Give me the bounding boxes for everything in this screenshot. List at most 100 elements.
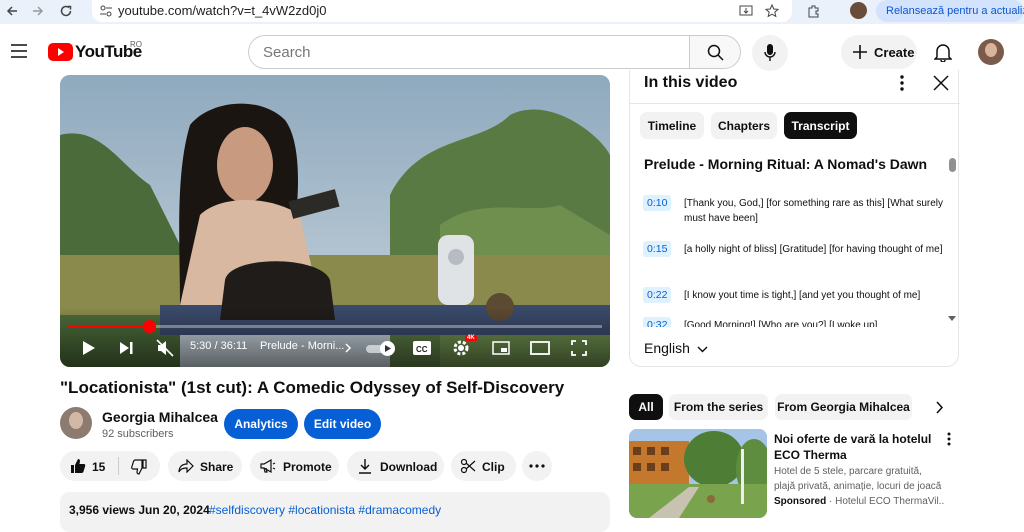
tab-timeline[interactable]: Timeline (640, 112, 704, 139)
tab-transcript[interactable]: Transcript (784, 112, 857, 139)
sponsored-label: Sponsored (774, 496, 827, 507)
account-avatar[interactable] (978, 39, 1004, 65)
search-input[interactable]: Search (248, 35, 690, 69)
subscriber-count: 92 subscribers (102, 428, 174, 440)
more-actions-button[interactable] (522, 451, 552, 481)
channel-name[interactable]: Georgia Mihalcea (102, 409, 218, 425)
share-label: Share (200, 460, 234, 474)
notifications-bell-icon[interactable] (934, 42, 952, 62)
country-code: RO (130, 40, 142, 49)
controls-overlay (60, 307, 610, 367)
segment-text: [Good Morning!] [Who are you?] [I woke u… (684, 320, 878, 327)
transcript-list: 0:10 [Thank you, God,] [for something ra… (630, 182, 948, 327)
chevron-down-icon (697, 346, 708, 353)
chapter-title-button[interactable]: Prelude - Morni... (260, 340, 344, 352)
captions-icon[interactable]: CC (412, 340, 432, 356)
segment-text: [a holly night of bliss] [Gratitude] [fo… (684, 244, 943, 255)
edit-video-button[interactable]: Edit video (304, 409, 381, 439)
close-icon[interactable] (933, 75, 949, 91)
video-title: "Locationista" (1st cut): A Comedic Odys… (60, 378, 565, 397)
play-icon[interactable] (82, 340, 96, 356)
create-button[interactable]: Create (841, 35, 917, 69)
description-box[interactable]: 3,956 views Jun 20, 2024 #selfdiscovery … (60, 492, 610, 532)
time-display: 5:30 / 36:11 (190, 340, 248, 352)
promote-button[interactable]: Promote (250, 451, 339, 481)
voice-search-button[interactable] (752, 35, 788, 71)
chevron-right-icon[interactable] (935, 401, 944, 414)
segment-timestamp[interactable]: 0:15 (643, 241, 672, 257)
promote-label: Promote (283, 460, 332, 474)
search-icon (707, 44, 724, 61)
youtube-logo[interactable]: YouTube RO (48, 40, 148, 64)
dislike-button[interactable] (119, 451, 160, 481)
relaunch-update-button[interactable]: Relansează pentru a actualiza (876, 0, 1024, 22)
muted-volume-icon[interactable] (156, 339, 174, 357)
like-count: 15 (92, 460, 106, 474)
progress-bar[interactable] (68, 320, 602, 333)
youtube-play-logo-icon (48, 43, 73, 61)
transcript-chapter-heading: Prelude - Morning Ritual: A Nomad's Dawn (644, 156, 928, 172)
channel-avatar[interactable] (60, 407, 92, 439)
plus-icon (853, 45, 867, 59)
address-bar[interactable]: youtube.com/watch?v=t_4vW2zd0j0 (92, 0, 792, 22)
autoplay-toggle[interactable] (366, 341, 396, 356)
miniplayer-icon[interactable] (492, 341, 510, 355)
like-dislike-group: 15 (60, 451, 160, 481)
site-settings-icon[interactable] (98, 3, 114, 19)
forward-arrow-icon[interactable] (30, 3, 46, 19)
gear-icon (453, 340, 469, 356)
language-label: English (644, 340, 690, 356)
more-vertical-icon[interactable] (947, 432, 951, 446)
analytics-button[interactable]: Analytics (224, 409, 298, 439)
segment-timestamp[interactable]: 0:22 (643, 287, 672, 303)
language-selector[interactable]: English (644, 340, 708, 356)
install-app-icon[interactable] (738, 3, 754, 19)
chip-from-channel[interactable]: From Georgia Mihalcea (775, 394, 912, 420)
back-arrow-icon[interactable] (4, 3, 20, 19)
tab-chapters[interactable]: Chapters (711, 112, 777, 139)
reload-icon[interactable] (58, 3, 74, 19)
share-button[interactable]: Share (168, 451, 242, 481)
progress-played (68, 325, 150, 328)
scissors-icon (460, 458, 476, 474)
views-and-date: 3,956 views Jun 20, 2024 (69, 503, 210, 517)
ad-sponsor-line: Sponsored · Hotelul ECO ThermaVil... (774, 496, 944, 507)
download-button[interactable]: Download (347, 451, 444, 481)
ad-thumbnail[interactable] (629, 429, 767, 518)
hotel-image (629, 429, 767, 518)
autoplay-play-icon (385, 345, 391, 352)
hashtags[interactable]: #selfdiscovery #locationista #dramacomed… (209, 503, 441, 517)
transcript-scrollbar[interactable] (949, 158, 956, 172)
more-vertical-icon[interactable] (900, 75, 904, 91)
chip-from-the-series[interactable]: From the series (669, 394, 768, 420)
profile-avatar[interactable] (850, 2, 867, 19)
bookmark-star-icon[interactable] (764, 3, 780, 19)
like-button[interactable]: 15 (60, 451, 118, 481)
panel-divider (630, 103, 960, 104)
ad-description: Hotel de 5 stele, parcare gratuită, plaj… (774, 466, 942, 492)
video-player[interactable]: 5:30 / 36:11 Prelude - Morni... CC 4K (60, 75, 610, 367)
thumbs-down-icon (131, 459, 147, 475)
create-label: Create (874, 45, 915, 60)
segment-timestamp[interactable]: 0:10 (643, 195, 672, 211)
chip-all[interactable]: All (629, 394, 663, 420)
next-icon[interactable] (119, 341, 133, 355)
advertiser-name: Hotelul ECO ThermaVil... (835, 496, 944, 507)
ad-title[interactable]: Noi oferte de vară la hotelul ECO Therma (774, 431, 934, 463)
segment-text: [Thank you, God,] [for something rare as… (684, 198, 943, 224)
megaphone-icon (260, 459, 276, 473)
quality-badge: 4K (465, 335, 477, 341)
in-this-video-panel: In this video Timeline Chapters Transcri… (629, 70, 960, 367)
browser-toolbar: youtube.com/watch?v=t_4vW2zd0j0 Relansea… (0, 0, 1024, 24)
fullscreen-icon[interactable] (571, 340, 587, 356)
menu-icon[interactable] (11, 44, 27, 58)
search-button[interactable] (689, 35, 741, 69)
chevron-right-icon (345, 343, 352, 353)
segment-timestamp[interactable]: 0:32 (643, 317, 672, 327)
extensions-icon[interactable] (806, 3, 822, 19)
theater-mode-icon[interactable] (530, 341, 550, 355)
clip-button[interactable]: Clip (451, 451, 516, 481)
scroll-down-arrow-icon[interactable] (948, 316, 956, 321)
settings-button[interactable]: 4K (452, 335, 480, 359)
clip-label: Clip (482, 460, 505, 474)
